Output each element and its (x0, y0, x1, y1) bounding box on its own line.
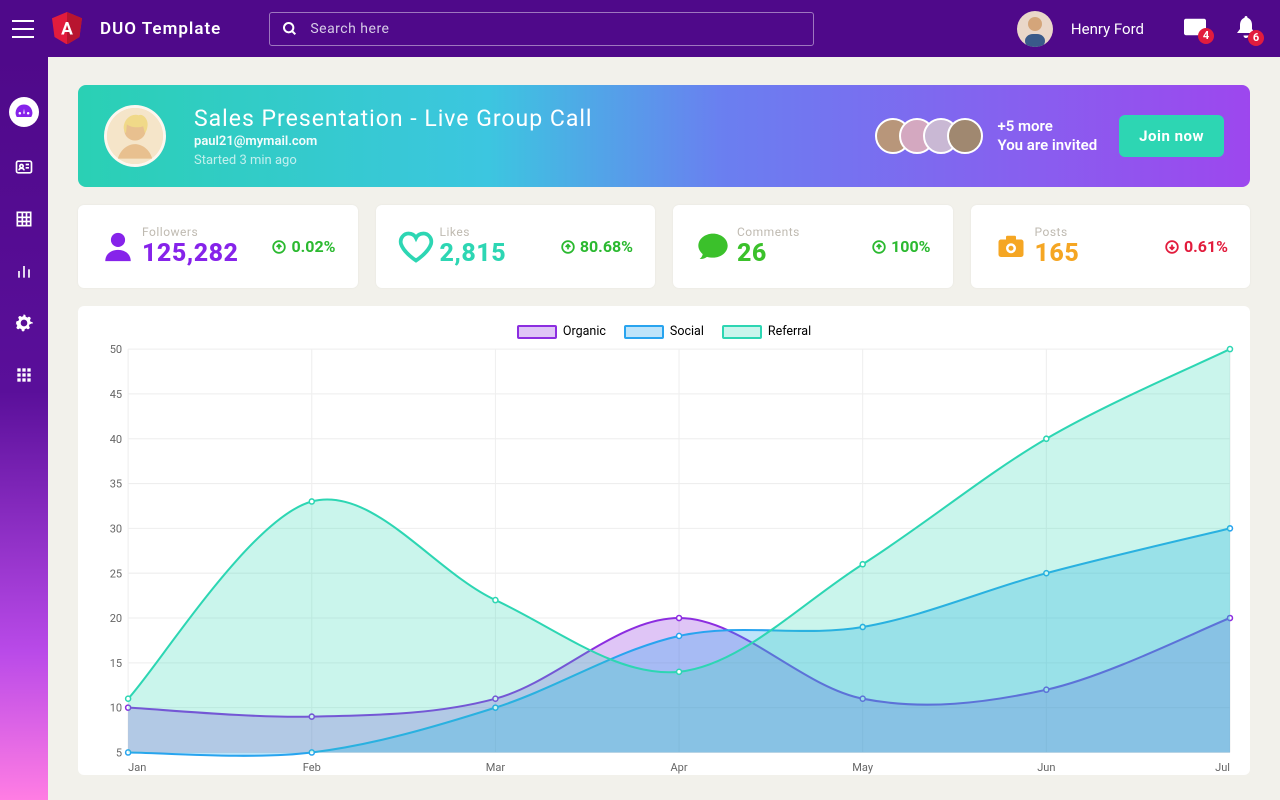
followers-icon (100, 229, 136, 265)
svg-text:Jan: Jan (128, 761, 146, 774)
stat-cards: Followers 125,282 0.02% Likes 2,815 80.6… (78, 205, 1250, 288)
call-banner: Sales Presentation - Live Group Call pau… (78, 85, 1250, 187)
invite-more: +5 more (997, 117, 1097, 137)
mail-badge: 4 (1198, 28, 1214, 44)
search-icon (282, 21, 298, 37)
svg-text:20: 20 (110, 612, 122, 625)
sidebar (0, 57, 48, 800)
svg-text:45: 45 (110, 388, 122, 401)
likes-icon (398, 229, 434, 265)
mail-button[interactable]: 4 (1184, 18, 1206, 40)
stat-value: 125,282 (142, 239, 272, 268)
caller-avatar (104, 105, 166, 167)
svg-text:5: 5 (116, 746, 122, 759)
nav-apps[interactable] (12, 363, 36, 387)
legend-item[interactable]: Organic (517, 324, 606, 339)
banner-title: Sales Presentation - Live Group Call (194, 105, 593, 132)
svg-text:Apr: Apr (670, 761, 687, 774)
arrow-down-icon (1165, 240, 1179, 254)
stat-pct: 100% (872, 237, 930, 256)
card-comments: Comments 26 100% (673, 205, 953, 288)
banner-email: paul21@mymail.com (194, 134, 593, 149)
arrow-up-icon (872, 240, 886, 254)
stat-value: 165 (1035, 239, 1165, 268)
invite-text: +5 more You are invited (997, 117, 1097, 156)
comments-icon (695, 229, 731, 265)
svg-text:Jul: Jul (1215, 761, 1230, 774)
svg-text:30: 30 (110, 522, 122, 535)
traffic-chart: OrganicSocialReferral 510152025303540455… (78, 306, 1250, 775)
legend-item[interactable]: Social (624, 324, 704, 339)
card-followers: Followers 125,282 0.02% (78, 205, 358, 288)
svg-text:May: May (852, 761, 873, 774)
legend-item[interactable]: Referral (722, 324, 811, 339)
brand-title: DUO Template (100, 19, 221, 39)
bar-chart-icon (14, 261, 34, 281)
menu-icon[interactable] (12, 20, 34, 38)
user-name[interactable]: Henry Ford (1071, 20, 1144, 38)
stat-pct: 0.02% (272, 237, 335, 256)
stat-label: Followers (142, 225, 272, 239)
bell-badge: 6 (1248, 30, 1264, 46)
nav-dashboard[interactable] (9, 97, 39, 127)
card-likes: Likes 2,815 80.68% (376, 205, 656, 288)
bell-button[interactable]: 6 (1236, 16, 1256, 42)
svg-text:Feb: Feb (303, 761, 321, 774)
search-input[interactable] (310, 21, 801, 37)
chart-legend: Organic Social Referral (92, 324, 1236, 339)
svg-text:35: 35 (110, 478, 122, 491)
stat-value: 26 (737, 239, 872, 268)
stat-value: 2,815 (440, 239, 561, 268)
card-posts: Posts 165 0.61% (971, 205, 1251, 288)
invite-status: You are invited (997, 136, 1097, 156)
nav-settings[interactable] (12, 311, 36, 335)
stat-label: Comments (737, 225, 872, 239)
svg-text:A: A (61, 19, 73, 39)
banner-text: Sales Presentation - Live Group Call pau… (194, 105, 593, 168)
gauge-icon (14, 102, 34, 122)
logo-icon: A (52, 12, 82, 46)
main-content: Sales Presentation - Live Group Call pau… (48, 57, 1280, 800)
stat-label: Posts (1035, 225, 1165, 239)
id-card-icon (14, 157, 34, 177)
chart-canvas: 5 10 15 20 25 30 35 40 45 50 Jan Feb Mar Apr May Jun Jul (92, 345, 1236, 775)
participant-avatar (947, 118, 983, 154)
nav-tables[interactable] (12, 207, 36, 231)
svg-text:Mar: Mar (486, 761, 506, 774)
stat-pct: 0.61% (1165, 237, 1228, 256)
svg-text:50: 50 (110, 345, 122, 356)
svg-text:25: 25 (110, 567, 122, 580)
topbar: A DUO Template Henry Ford 4 6 (0, 0, 1280, 57)
arrow-up-icon (272, 240, 286, 254)
grid-icon (14, 365, 34, 385)
posts-icon (993, 229, 1029, 265)
banner-time: Started 3 min ago (194, 153, 593, 168)
nav-charts[interactable] (12, 259, 36, 283)
svg-text:40: 40 (110, 433, 122, 446)
arrow-up-icon (561, 240, 575, 254)
join-button[interactable]: Join now (1119, 115, 1224, 157)
svg-text:15: 15 (110, 657, 122, 670)
stat-label: Likes (440, 225, 561, 239)
nav-contacts[interactable] (12, 155, 36, 179)
gear-icon (14, 313, 34, 333)
search-box[interactable] (269, 12, 814, 46)
stat-pct: 80.68% (561, 237, 633, 256)
svg-text:10: 10 (110, 702, 122, 715)
svg-text:Jun: Jun (1037, 761, 1055, 774)
participant-avatars (875, 118, 983, 154)
user-avatar[interactable] (1017, 11, 1053, 47)
table-icon (14, 209, 34, 229)
